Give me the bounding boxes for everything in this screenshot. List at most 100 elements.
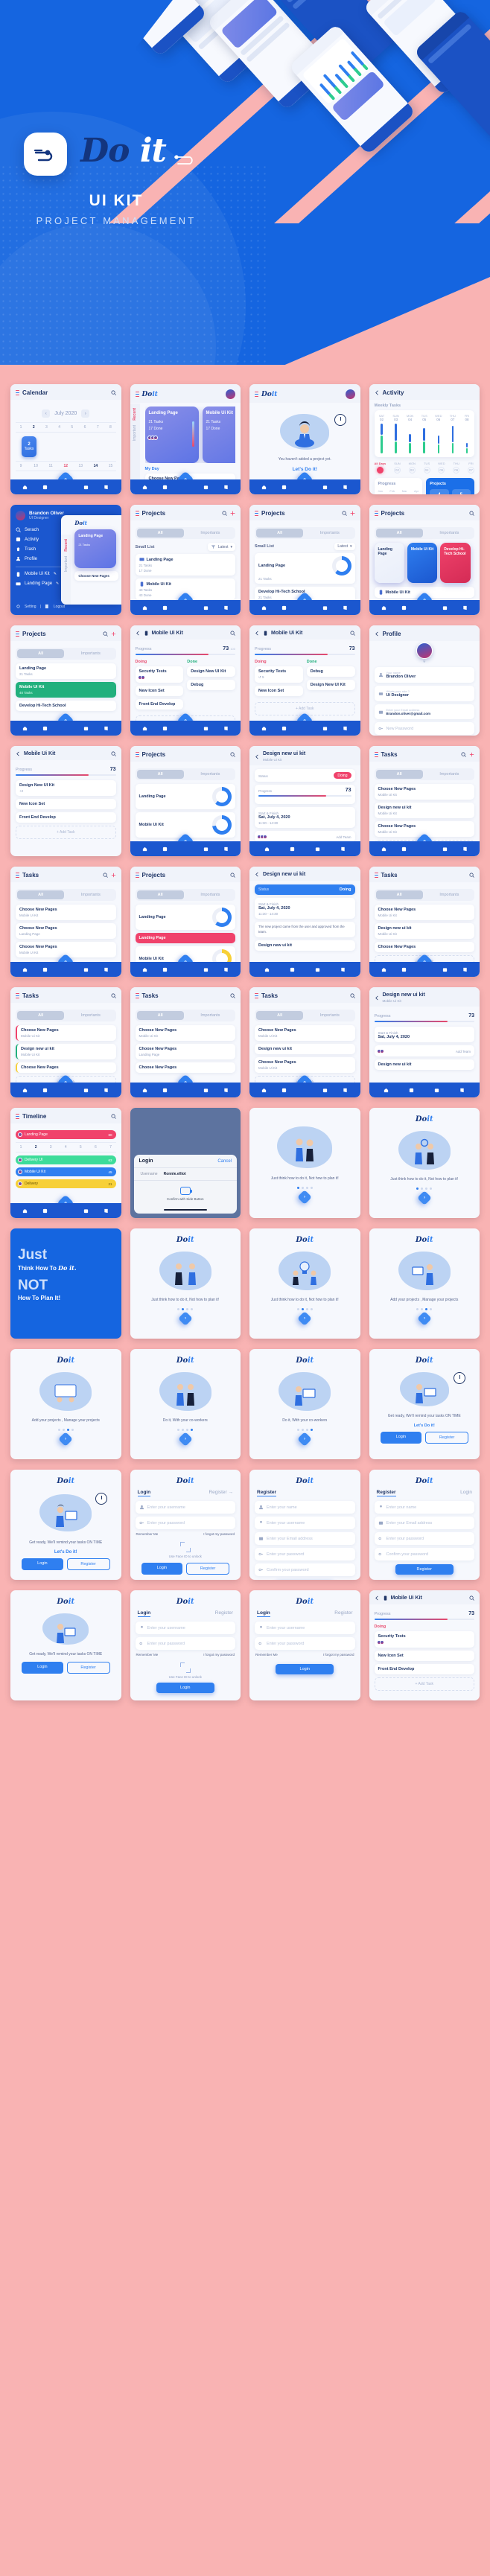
calendar-icon[interactable] [442, 605, 448, 610]
check-icon[interactable] [162, 847, 168, 852]
note-icon[interactable] [223, 847, 229, 852]
onboarding-cta[interactable]: Let's Do it! [375, 1424, 475, 1428]
screen-mobile-kit-3[interactable]: Mobile Ui Kit Progress 73 Design New UI K… [10, 746, 121, 856]
check-icon[interactable] [162, 485, 168, 490]
home-icon[interactable] [261, 1088, 267, 1093]
reminder-cta[interactable]: Let's Do it! [16, 1550, 116, 1555]
search-icon[interactable] [469, 1595, 474, 1601]
check-icon[interactable] [401, 967, 407, 972]
task-card[interactable]: Security Tests [374, 1631, 474, 1648]
next-arrow-icon[interactable]: › [177, 1431, 193, 1447]
tab-importants[interactable]: Importants [306, 529, 353, 538]
tab-register[interactable]: Register [376, 1490, 396, 1496]
search-icon[interactable] [111, 1114, 116, 1119]
calendar-icon[interactable] [83, 967, 89, 972]
screen-tasks-5[interactable]: Tasks All Importants Choose New Pages Mob… [130, 987, 241, 1097]
tab-all[interactable]: All [136, 770, 184, 779]
password-input[interactable]: Enter your password [255, 1637, 355, 1650]
tab-importants[interactable]: Importants [306, 1011, 353, 1020]
note-icon[interactable] [223, 726, 229, 731]
progress-card[interactable]: Progress JanFebMarApr 23 [374, 478, 423, 494]
login-button[interactable]: Login [22, 1661, 63, 1674]
menu-icon[interactable] [135, 511, 139, 516]
screen-onboarding-1[interactable]: Just think how to do it, Not how to plan… [249, 1108, 360, 1218]
project-row-highlight[interactable]: Mobile Ui Kit 40 Tasks [16, 682, 116, 698]
calendar-icon[interactable] [83, 726, 89, 731]
page-dots[interactable] [255, 1186, 355, 1189]
day-option[interactable]: THU 06 [453, 462, 460, 474]
home-icon[interactable] [142, 967, 147, 972]
remember-me-toggle[interactable]: Remember Me [136, 1653, 159, 1657]
task-tabs[interactable]: All Importants [374, 889, 474, 901]
bottom-nav[interactable] [369, 600, 480, 615]
note-icon[interactable] [223, 605, 229, 610]
home-icon[interactable] [264, 967, 270, 972]
note-card[interactable]: Design new ui kit [374, 1059, 474, 1070]
login-button[interactable]: Login [380, 1431, 422, 1444]
screen-tasks-2[interactable]: Tasks All Importants Choose New Pages Mob… [10, 867, 121, 977]
next-arrow-icon[interactable]: › [297, 1189, 313, 1205]
status-badge[interactable]: Doing [334, 772, 351, 779]
note-card[interactable]: Design new ui kit [255, 940, 355, 951]
done-pill[interactable]: 4Done [430, 489, 449, 494]
home-icon[interactable] [22, 726, 28, 731]
register-confirm-input[interactable]: Confirm your password [255, 1563, 355, 1576]
tab-importants[interactable]: Importants [67, 1011, 114, 1020]
avatar[interactable] [416, 643, 433, 659]
plus-icon[interactable] [469, 752, 474, 757]
tab-login[interactable]: Login [137, 1490, 151, 1496]
note-icon[interactable] [223, 485, 229, 490]
task-tabs[interactable]: All Importants [16, 1010, 116, 1021]
task-row[interactable]: Choose New Pages Mobile Ui Kit [255, 1025, 355, 1041]
calendar-icon[interactable] [442, 847, 448, 852]
check-icon[interactable] [162, 726, 168, 731]
forgot-password-link[interactable]: I forgot my password [323, 1653, 354, 1657]
back-chevron-icon[interactable] [375, 995, 380, 1001]
screen-onboarding-6[interactable]: Doit Add your projects , Manage your pro… [10, 1349, 121, 1459]
bottom-nav[interactable] [369, 962, 480, 977]
screen-projects-6[interactable]: Projects All Importants Landing Page Lan… [130, 867, 241, 977]
task-row[interactable]: Design new ui kit Mobile Ui Kit [374, 923, 474, 939]
back-chevron-icon[interactable] [375, 631, 380, 637]
check-icon[interactable] [42, 967, 48, 972]
task-card[interactable]: Front End Develop [135, 699, 184, 710]
home-icon[interactable] [142, 605, 147, 610]
menu-icon[interactable] [374, 511, 378, 516]
bottom-nav[interactable] [10, 1083, 121, 1097]
home-icon[interactable] [264, 847, 270, 852]
add-task-button[interactable]: + Add Task [374, 1677, 474, 1691]
home-icon[interactable] [261, 605, 267, 610]
menu-icon[interactable] [16, 631, 19, 637]
tab-login[interactable]: Login [257, 1610, 270, 1617]
plus-icon[interactable] [111, 873, 116, 878]
username-input[interactable]: Enter your username [135, 1501, 235, 1514]
back-chevron-icon[interactable] [375, 390, 380, 395]
bottom-nav[interactable] [369, 841, 480, 856]
screen-onboarding-3[interactable]: Doit Just think how to do it, Not how to… [130, 1228, 241, 1339]
note-icon[interactable] [459, 1088, 465, 1093]
register-email-input[interactable]: Enter your Email address [374, 1517, 474, 1529]
calendar-icon[interactable] [315, 967, 320, 972]
task-row[interactable]: Choose New Pages Mobile Ui Kit [135, 1025, 235, 1041]
date-card[interactable]: Start & Finish Sat, July 4, 2020 [374, 1027, 474, 1042]
back-chevron-icon[interactable] [16, 751, 21, 756]
screen-login-modal[interactable]: Login Cancel Username Ronnie.elliot Conf… [130, 1108, 241, 1218]
tab-importants[interactable]: Importants [426, 890, 473, 899]
project-row[interactable]: Landing Page 21 Tasks [255, 553, 355, 584]
bottom-nav[interactable] [130, 841, 241, 856]
screen-projects-4[interactable]: Projects All Importants Landing Page 21 … [10, 625, 121, 736]
password-input[interactable]: Enter your password [135, 1637, 235, 1650]
remember-me-toggle[interactable]: Remember Me [255, 1653, 278, 1657]
back-chevron-icon[interactable] [136, 631, 141, 636]
project-tabs[interactable]: All Importants [135, 889, 235, 901]
avatar[interactable] [226, 389, 235, 399]
menu-icon[interactable] [135, 993, 139, 998]
check-icon[interactable] [290, 847, 295, 852]
tab-all[interactable]: All [375, 890, 423, 899]
home-icon[interactable] [142, 847, 147, 852]
search-icon[interactable] [230, 873, 235, 878]
menu-icon[interactable] [374, 873, 378, 878]
bottom-nav[interactable] [130, 1083, 241, 1097]
note-icon[interactable] [340, 847, 346, 852]
day-option[interactable]: MON 03 [409, 462, 416, 474]
